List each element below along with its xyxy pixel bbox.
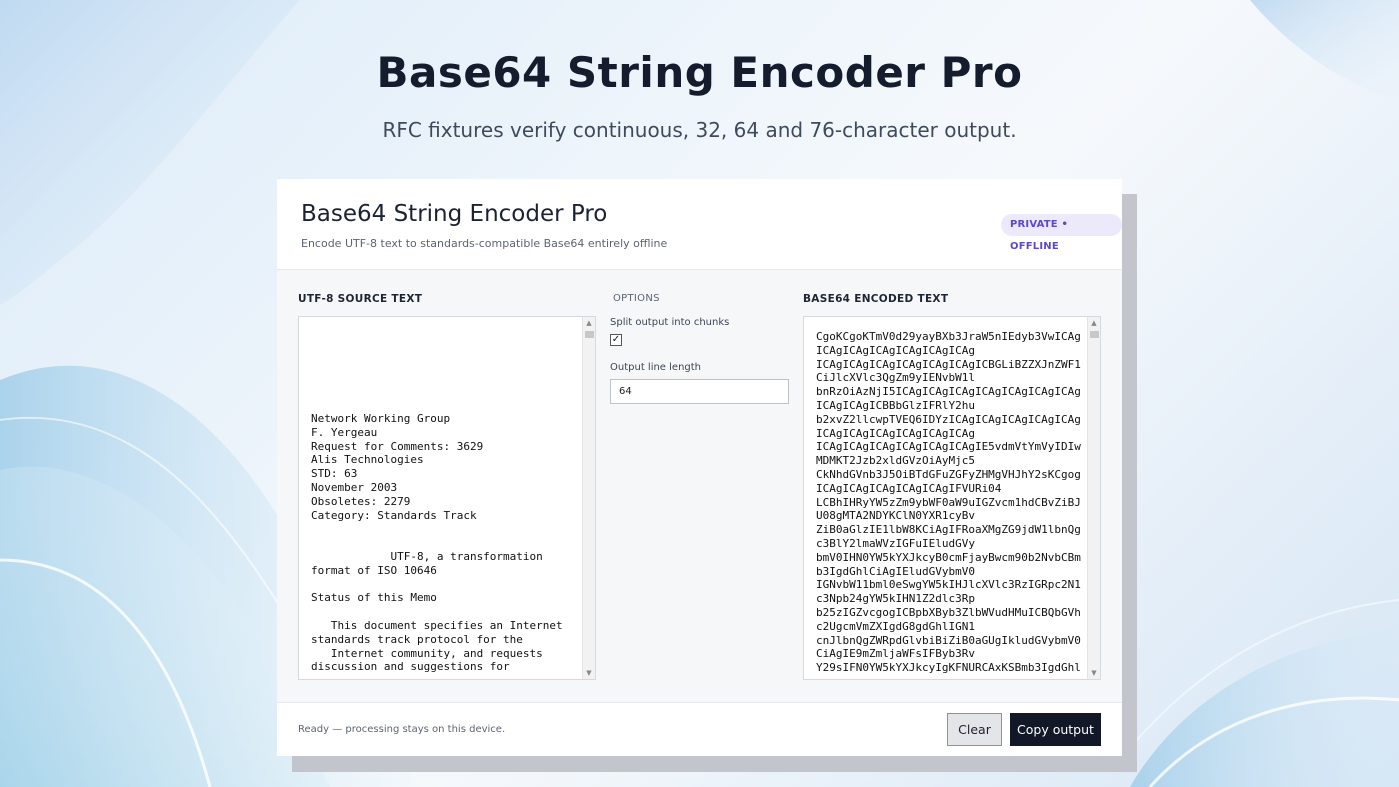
app-window: Base64 String Encoder Pro Encode UTF-8 t… [277,179,1122,756]
scroll-thumb[interactable] [585,331,594,338]
hero-subtitle: RFC fixtures verify continuous, 32, 64 a… [382,118,1017,142]
split-chunks-checkbox[interactable]: ✓ [610,334,622,346]
split-chunks-label: Split output into chunks [610,317,730,328]
scroll-down-arrow-icon[interactable]: ▼ [1088,669,1100,677]
app-subtitle: Encode UTF-8 text to standards-compatibl… [301,237,668,250]
source-scrollbar[interactable]: ▲ ▼ [582,317,595,679]
status-text: Ready — processing stays on this device. [298,724,506,735]
source-text: Network Working Group F. Yergeau Request… [311,412,563,674]
source-label: UTF-8 SOURCE TEXT [298,293,423,305]
line-length-input[interactable]: 64 [610,379,789,404]
privacy-badge: PRIVATE • OFFLINE [1001,214,1122,252]
hero-title: Base64 String Encoder Pro [376,48,1023,97]
app-footer: Ready — processing stays on this device.… [277,702,1122,756]
scroll-down-arrow-icon[interactable]: ▼ [583,669,595,677]
output-text: CgoKCgoKTmV0d29yayBXb3JraW5nIEdyb3VwICAg… [816,330,1081,675]
output-scrollbar[interactable]: ▲ ▼ [1087,317,1100,679]
source-textarea[interactable]: Network Working Group F. Yergeau Request… [298,316,596,680]
app-header: Base64 String Encoder Pro Encode UTF-8 t… [277,179,1122,270]
options-label: OPTIONS [613,293,660,304]
scroll-up-arrow-icon[interactable]: ▲ [583,319,595,327]
output-textarea[interactable]: CgoKCgoKTmV0d29yayBXb3JraW5nIEdyb3VwICAg… [803,316,1101,680]
output-label: BASE64 ENCODED TEXT [803,293,949,305]
scroll-thumb[interactable] [1090,331,1099,338]
app-title: Base64 String Encoder Pro [301,201,608,227]
clear-button[interactable]: Clear [947,713,1002,746]
copy-output-button[interactable]: Copy output [1010,713,1101,746]
scroll-up-arrow-icon[interactable]: ▲ [1088,319,1100,327]
line-length-label: Output line length [610,362,702,373]
